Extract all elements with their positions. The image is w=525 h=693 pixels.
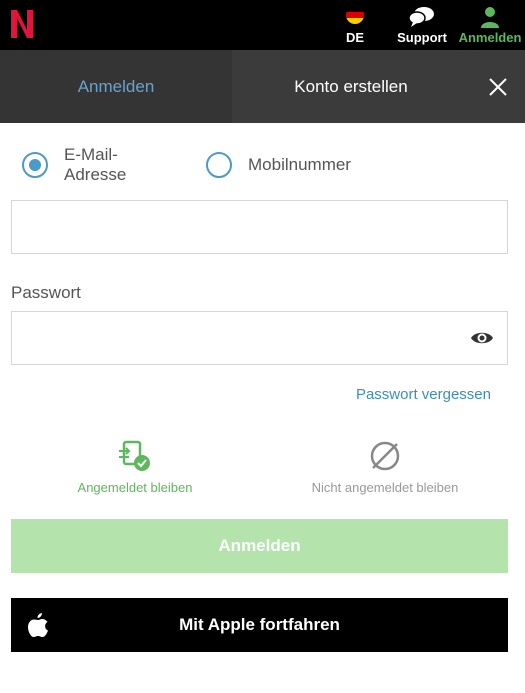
- password-label: Passwort: [11, 283, 81, 302]
- tab-login[interactable]: Anmelden: [0, 50, 232, 123]
- close-icon: [488, 77, 507, 96]
- brand-logo-icon[interactable]: [9, 8, 35, 40]
- german-flag-icon: [346, 6, 364, 24]
- radio-email[interactable]: E-Mail-Adresse: [22, 145, 126, 184]
- stay-logged-in-label: Angemeldet bleiben: [77, 480, 193, 495]
- user-icon: [481, 7, 499, 28]
- support-label: Support: [397, 30, 447, 45]
- not-stay-logged-in-label: Nicht angemeldet bleiben: [311, 480, 459, 495]
- stay-logged-in-option[interactable]: Angemeldet bleiben: [60, 440, 210, 495]
- radio-phone[interactable]: Mobilnummer: [206, 150, 351, 180]
- close-button[interactable]: [470, 50, 525, 123]
- prohibited-icon: [370, 441, 400, 471]
- apple-icon: [28, 613, 48, 637]
- apple-signin-label: Mit Apple fortfahren: [179, 615, 340, 634]
- device-check-icon: [119, 440, 150, 471]
- password-input[interactable]: [11, 311, 508, 365]
- email-input[interactable]: [11, 200, 508, 254]
- login-button[interactable]: Anmelden: [11, 519, 508, 573]
- topbar-login-label: Anmelden: [458, 30, 522, 45]
- tab-register[interactable]: Konto erstellen: [232, 50, 470, 123]
- topbar-login-link[interactable]: Anmelden: [456, 4, 524, 48]
- radio-phone-indicator[interactable]: [206, 152, 232, 178]
- top-bar: DE Support Anmelden: [0, 0, 525, 50]
- radio-email-indicator[interactable]: [22, 152, 48, 178]
- not-stay-logged-in-option[interactable]: Nicht angemeldet bleiben: [295, 440, 475, 495]
- eye-icon[interactable]: [470, 328, 494, 348]
- radio-email-label: E-Mail-Adresse: [64, 145, 127, 184]
- language-label: DE: [345, 30, 365, 45]
- tab-register-label: Konto erstellen: [294, 76, 408, 96]
- auth-tabs: Anmelden Konto erstellen: [0, 50, 525, 123]
- apple-signin-button[interactable]: Mit Apple fortfahren: [11, 598, 508, 652]
- radio-phone-label: Mobilnummer: [248, 155, 351, 174]
- chat-bubbles-icon: [408, 7, 434, 27]
- language-selector[interactable]: DE: [339, 4, 371, 48]
- forgot-password-link[interactable]: Passwort vergessen: [356, 386, 491, 403]
- support-link[interactable]: Support: [393, 4, 451, 48]
- tab-login-label: Anmelden: [77, 76, 155, 96]
